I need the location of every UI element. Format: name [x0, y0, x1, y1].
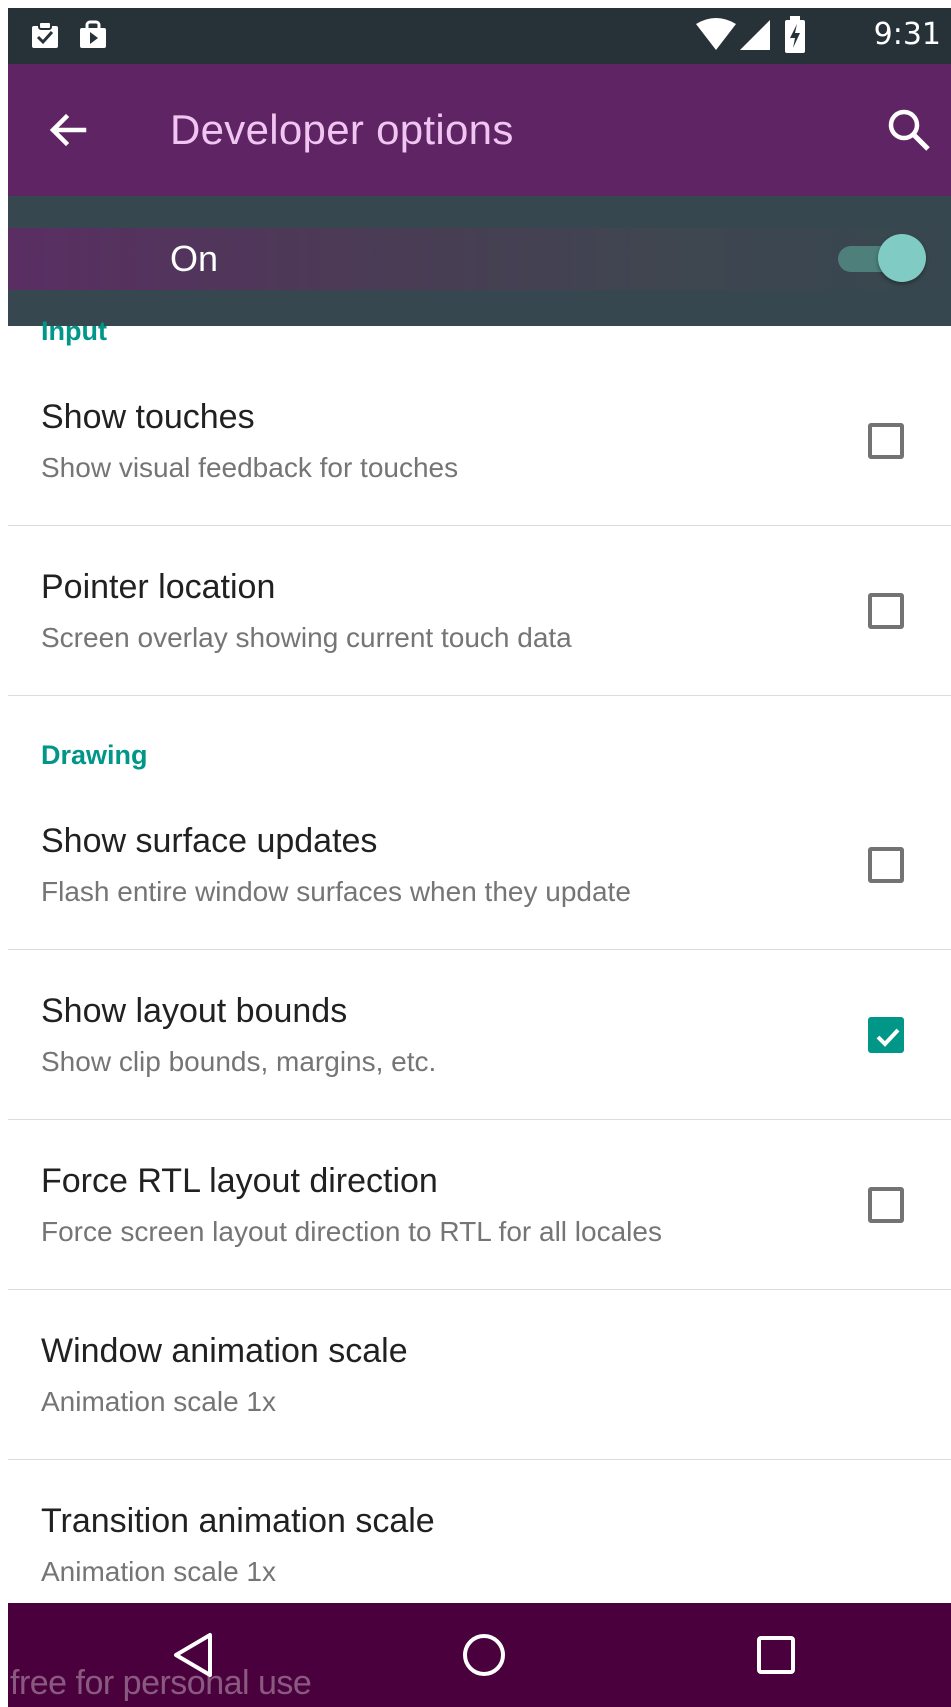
show-layout-bounds-checkbox[interactable]	[868, 1017, 904, 1053]
item-summary: Screen overlay showing current touch dat…	[41, 622, 572, 653]
cell-signal-icon	[738, 18, 772, 52]
play-store-bag-icon	[78, 20, 108, 50]
item-title: Window animation scale	[41, 1332, 408, 1370]
master-switch-bar[interactable]: On	[8, 196, 951, 326]
item-summary: Animation scale 1x	[41, 1556, 277, 1587]
item-summary: Force screen layout direction to RTL for…	[41, 1216, 662, 1247]
pointer-location-checkbox[interactable]	[868, 593, 904, 629]
wifi-icon	[696, 18, 736, 52]
arrow-back-icon[interactable]	[44, 106, 92, 154]
list-item-show-surface-updates[interactable]: Show surface updates Flash entire window…	[8, 780, 951, 950]
master-switch-toggle[interactable]	[878, 234, 926, 282]
item-summary: Show clip bounds, margins, etc.	[41, 1046, 437, 1077]
item-title: Show surface updates	[41, 822, 378, 860]
status-bar: 9:31	[8, 8, 951, 64]
checkmark-icon	[876, 1028, 900, 1047]
item-title: Transition animation scale	[41, 1502, 435, 1540]
list-item-show-touches[interactable]: Show touches Show visual feedback for to…	[8, 356, 951, 526]
list-item-show-layout-bounds[interactable]: Show layout bounds Show clip bounds, mar…	[8, 950, 951, 1120]
list-item-window-animation-scale[interactable]: Window animation scale Animation scale 1…	[8, 1290, 951, 1460]
item-title: Pointer location	[41, 568, 276, 606]
list-item-pointer-location[interactable]: Pointer location Screen overlay showing …	[8, 526, 951, 696]
recents-square-icon[interactable]	[750, 1629, 802, 1681]
show-surface-updates-checkbox[interactable]	[868, 847, 904, 883]
status-time: 9:31	[873, 17, 941, 52]
item-title: Show layout bounds	[41, 992, 348, 1030]
item-summary: Show visual feedback for touches	[41, 452, 459, 483]
page-title: Developer options	[170, 106, 514, 153]
search-icon[interactable]	[885, 106, 933, 154]
section-header-drawing: Drawing	[41, 740, 148, 770]
watermark: free for personal use	[10, 1664, 312, 1702]
screen: 9:31 Developer options On Input Show tou…	[0, 0, 951, 1707]
app-toolbar: Developer options	[8, 64, 951, 196]
battery-charging-icon	[784, 16, 806, 54]
section-header-input: Input	[41, 316, 107, 346]
divider	[8, 695, 951, 696]
force-rtl-checkbox[interactable]	[868, 1187, 904, 1223]
item-title: Force RTL layout direction	[41, 1162, 438, 1200]
item-summary: Animation scale 1x	[41, 1386, 277, 1417]
item-summary: Flash entire window surfaces when they u…	[41, 876, 631, 907]
clipboard-check-icon	[30, 20, 60, 50]
master-switch-label: On	[170, 238, 219, 279]
show-touches-checkbox[interactable]	[868, 423, 904, 459]
list-item-force-rtl[interactable]: Force RTL layout direction Force screen …	[8, 1120, 951, 1290]
switch-bar-band	[8, 228, 951, 290]
item-title: Show touches	[41, 398, 255, 436]
home-circle-icon[interactable]	[458, 1629, 510, 1681]
